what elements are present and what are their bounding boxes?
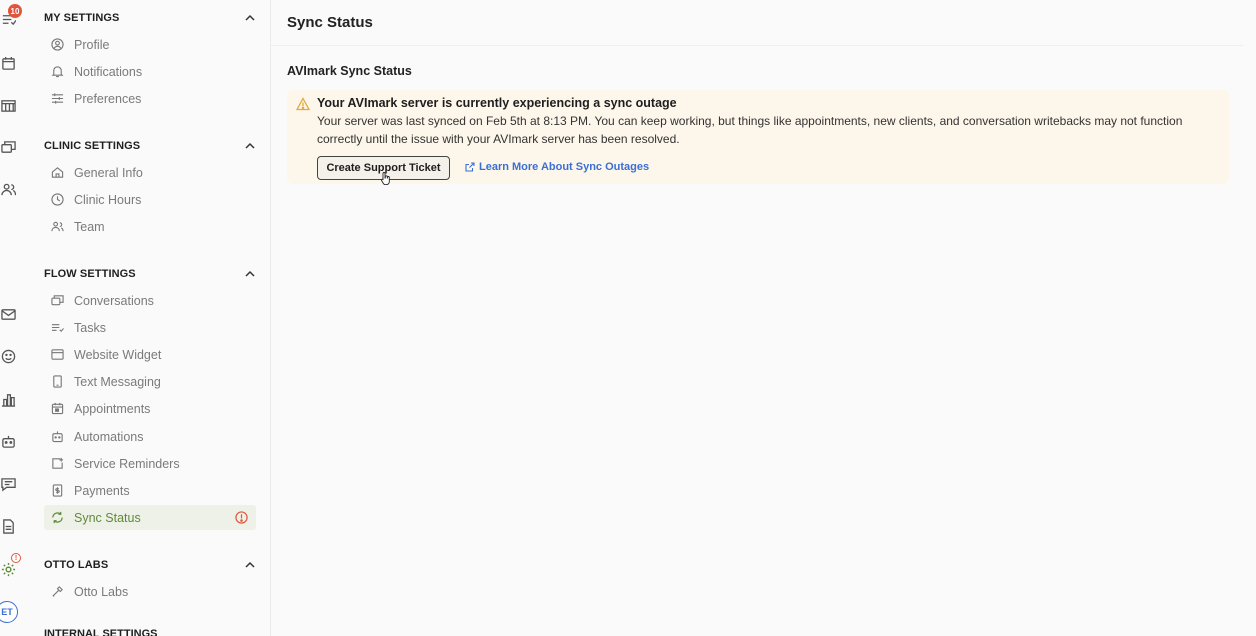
chevron-up-icon[interactable] (244, 559, 256, 571)
sidebar-item-label: General Info (74, 165, 143, 180)
section-title: OTTO LABS (44, 559, 109, 571)
sidebar-item-payments[interactable]: Payments (44, 478, 256, 503)
section-internal-settings[interactable]: INTERNAL SETTINGS (44, 628, 157, 636)
conversations-icon (50, 294, 64, 308)
smiley-icon[interactable] (0, 348, 16, 364)
external-link-icon (465, 162, 475, 172)
calendar-icon[interactable] (0, 55, 16, 71)
phone-icon (50, 375, 64, 389)
page-header: Sync Status (271, 0, 1243, 46)
clients-icon[interactable] (0, 181, 16, 197)
sidebar-item-website-widget[interactable]: Website Widget (44, 342, 256, 367)
bot-icon (50, 430, 64, 444)
section-flow-settings[interactable]: FLOW SETTINGS (44, 265, 256, 283)
sidebar-item-label: Notifications (74, 64, 143, 79)
learn-more-link[interactable]: Learn More About Sync Outages (465, 161, 649, 173)
alert-body: Your server was last synced on Feb 5th a… (317, 114, 1183, 146)
message-icon[interactable] (0, 476, 16, 492)
sliders-icon (50, 92, 64, 106)
section-title: MY SETTINGS (44, 12, 120, 24)
sidebar-item-label: Profile (74, 37, 110, 52)
document-icon[interactable] (0, 518, 16, 534)
sidebar-item-preferences[interactable]: Preferences (44, 86, 256, 111)
sidebar-item-label: Team (74, 219, 105, 234)
avimark-sync-status-heading: AVImark Sync Status (287, 64, 412, 78)
board-icon[interactable] (0, 97, 16, 113)
sidebar-item-tasks[interactable]: Tasks (44, 315, 256, 340)
pipette-icon (50, 585, 64, 599)
sidebar-item-otto-labs[interactable]: Otto Labs (44, 579, 256, 604)
section-clinic-settings[interactable]: CLINIC SETTINGS (44, 137, 256, 155)
sidebar-item-label: Tasks (74, 320, 106, 335)
sidebar-item-service-reminders[interactable]: Service Reminders (44, 451, 256, 476)
sync-outage-alert: Your AVImark server is currently experie… (287, 90, 1229, 184)
app-rail: 10 ! ET (0, 0, 28, 636)
clock-icon (50, 193, 64, 207)
sidebar-item-label: Otto Labs (74, 584, 129, 599)
sidebar-item-label: Service Reminders (74, 456, 180, 471)
sidebar-item-label: Payments (74, 483, 130, 498)
sidebar-item-label: Clinic Hours (74, 192, 142, 207)
section-otto-labs[interactable]: OTTO LABS (44, 556, 256, 574)
home-icon (50, 166, 64, 180)
mail-icon[interactable] (0, 306, 16, 322)
settings-gear-icon[interactable] (0, 561, 16, 577)
section-my-settings[interactable]: MY SETTINGS (44, 9, 256, 27)
sync-icon (50, 511, 64, 525)
learn-more-label: Learn More About Sync Outages (479, 161, 650, 173)
reminder-icon (50, 457, 64, 471)
alert-title: Your AVImark server is currently experie… (317, 96, 677, 110)
calendar-icon (50, 402, 64, 416)
main-content: Sync Status AVImark Sync Status Your AVI… (271, 0, 1256, 636)
bell-icon (50, 65, 64, 79)
sidebar-item-automations[interactable]: Automations (44, 424, 256, 449)
sidebar-item-label: Website Widget (74, 347, 162, 362)
sidebar-item-notifications[interactable]: Notifications (44, 59, 256, 84)
chevron-up-icon[interactable] (244, 140, 256, 152)
section-title: CLINIC SETTINGS (44, 140, 141, 152)
user-avatar[interactable]: ET (0, 601, 18, 623)
sidebar-item-label: Text Messaging (74, 374, 161, 389)
team-icon (50, 220, 64, 234)
settings-alert-badge: ! (11, 553, 21, 563)
section-title: FLOW SETTINGS (44, 268, 136, 280)
browser-window-icon (50, 348, 64, 362)
page-title: Sync Status (287, 14, 373, 31)
user-circle-icon (50, 38, 64, 52)
sidebar-item-text-messaging[interactable]: Text Messaging (44, 369, 256, 394)
receipt-icon (50, 484, 64, 498)
warning-triangle-icon (296, 97, 310, 111)
sidebar-item-label: Preferences (74, 91, 142, 106)
sidebar-item-label: Appointments (74, 401, 151, 416)
sidebar-item-appointments[interactable]: Appointments (44, 396, 256, 421)
sidebar-item-conversations[interactable]: Conversations (44, 288, 256, 313)
chevron-up-icon[interactable] (244, 268, 256, 280)
bot-icon[interactable] (0, 433, 16, 449)
sidebar-item-clinic-hours[interactable]: Clinic Hours (44, 187, 256, 212)
sidebar-item-label: Automations (74, 429, 144, 444)
sidebar-item-team[interactable]: Team (44, 214, 256, 239)
sidebar-item-sync-status[interactable]: Sync Status (44, 505, 256, 530)
analytics-icon[interactable] (0, 391, 16, 407)
alert-circle-icon (235, 511, 248, 524)
hand-cursor-icon (381, 172, 390, 185)
sidebar-item-profile[interactable]: Profile (44, 32, 256, 57)
sidebar-item-general-info[interactable]: General Info (44, 160, 256, 185)
tasks-count-badge: 10 (8, 4, 22, 18)
conversations-icon[interactable] (0, 139, 16, 155)
sidebar-item-label: Conversations (74, 293, 154, 308)
settings-sidebar: MY SETTINGS Profile Notifications Prefer… (28, 0, 271, 636)
sidebar-item-label: Sync Status (74, 510, 141, 525)
tasks-icon (50, 321, 64, 335)
chevron-up-icon[interactable] (244, 12, 256, 24)
